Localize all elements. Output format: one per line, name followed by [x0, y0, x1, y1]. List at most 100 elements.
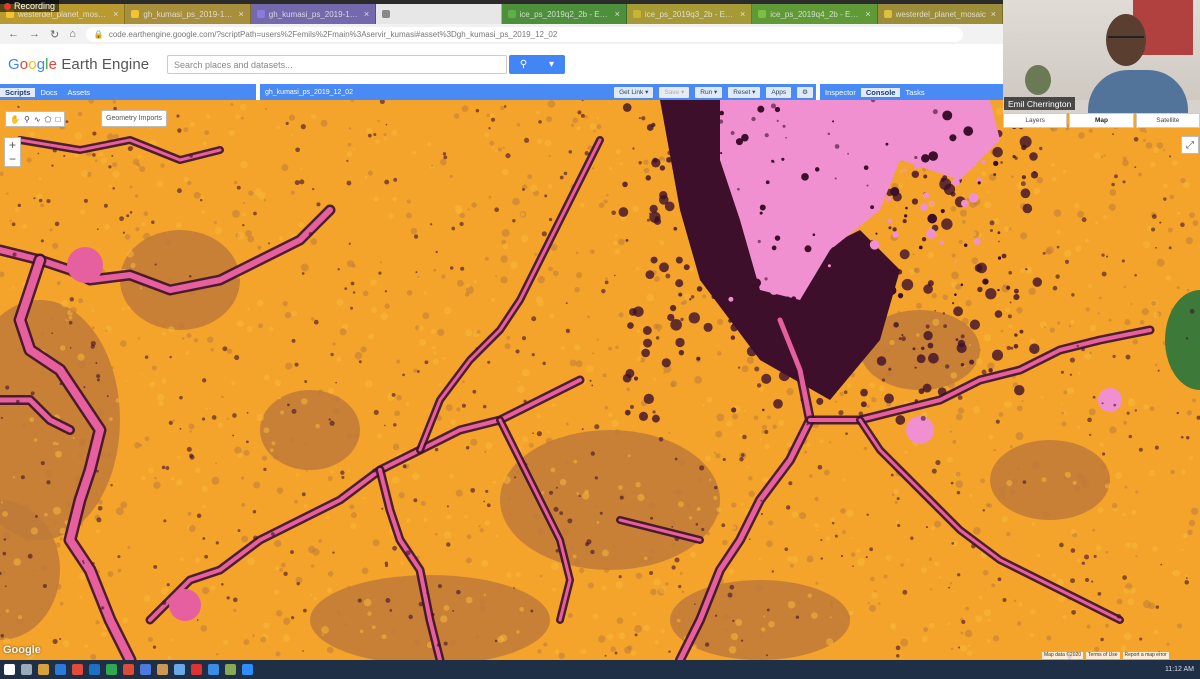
settlement-speck: [780, 216, 787, 224]
browser-tab[interactable]: ice_ps_2019q4_2b - Earth Engine×: [752, 4, 878, 24]
browser-tab[interactable]: gh_kumasi_ps_2019-12_02 - Goo×: [376, 4, 502, 24]
report-error-link[interactable]: Report a map error: [1122, 652, 1169, 659]
texture-speck: [9, 524, 13, 528]
pan-hand-icon[interactable]: ✋: [10, 115, 20, 124]
texture-speck: [479, 528, 484, 533]
texture-speck: [346, 151, 353, 158]
dark-speck: [764, 133, 769, 138]
dark-speck: [957, 573, 961, 577]
browser-tab[interactable]: gh_kumasi_ps_2019-12_02 - Ear×: [125, 4, 251, 24]
rectangle-tool-icon[interactable]: □: [55, 115, 60, 124]
tab-close-icon[interactable]: ×: [489, 9, 494, 19]
app-icon[interactable]: [157, 664, 168, 675]
tab-close-icon[interactable]: ×: [113, 9, 118, 19]
app-icon[interactable]: [72, 664, 83, 675]
point-marker-icon[interactable]: ⚲: [24, 115, 30, 124]
texture-speck: [552, 270, 559, 277]
get-link-button[interactable]: Get Link ▾: [614, 86, 654, 98]
browser-tab[interactable]: gh_kumasi_ps_2019-12_02 - Ear×: [250, 4, 377, 24]
texture-speck: [500, 276, 508, 284]
texture-speck: [988, 434, 994, 440]
urban-speck: [675, 337, 685, 348]
tab-close-icon[interactable]: ×: [740, 9, 745, 19]
forward-arrow-icon[interactable]: →: [29, 28, 40, 40]
app-icon[interactable]: [191, 664, 202, 675]
search-button[interactable]: ⚲ ▾: [509, 55, 565, 74]
dark-speck: [555, 548, 560, 553]
satellite-button[interactable]: Satellite: [1135, 113, 1200, 128]
reload-icon[interactable]: ↻: [50, 28, 59, 41]
tab-close-icon[interactable]: ×: [238, 9, 243, 19]
back-arrow-icon[interactable]: ←: [8, 28, 19, 40]
zoom-app-icon[interactable]: [242, 664, 253, 675]
app-icon[interactable]: [225, 664, 236, 675]
apps-button[interactable]: Apps: [766, 86, 792, 98]
texture-speck: [702, 404, 705, 407]
tab-console[interactable]: Console: [860, 87, 901, 97]
home-icon[interactable]: ⌂: [69, 28, 76, 40]
zoom-out-icon[interactable]: −: [9, 152, 16, 166]
texture-speck: [430, 328, 437, 334]
app-icon[interactable]: [89, 664, 100, 675]
line-tool-icon[interactable]: ∿: [34, 115, 41, 124]
texture-speck: [1068, 324, 1072, 328]
reset-button[interactable]: Reset ▾: [728, 86, 761, 98]
file-explorer-icon[interactable]: [38, 664, 49, 675]
layers-button[interactable]: Layers: [1003, 113, 1068, 128]
texture-speck: [95, 529, 100, 533]
url-field[interactable]: 🔒 code.earthengine.google.com/?scriptPat…: [85, 26, 963, 42]
tab-assets[interactable]: Assets: [63, 88, 96, 97]
tab-close-icon[interactable]: ×: [615, 9, 620, 19]
start-icon[interactable]: [4, 664, 15, 675]
fullscreen-icon[interactable]: ⤢: [1181, 136, 1199, 154]
tab-close-icon[interactable]: ×: [865, 9, 870, 19]
texture-speck: [1154, 630, 1159, 635]
search-input[interactable]: Search places and datasets...: [167, 55, 507, 74]
tab-inspector[interactable]: Inspector: [820, 88, 861, 97]
app-icon[interactable]: [106, 664, 117, 675]
texture-speck: [40, 203, 44, 208]
dark-speck: [881, 378, 886, 382]
tab-close-icon[interactable]: ×: [364, 9, 369, 19]
app-icon[interactable]: [123, 664, 134, 675]
map-canvas[interactable]: ✋ ⚲ ∿ ⬠ □ Geometry Imports + − ⤢ Google …: [0, 100, 1200, 660]
save-button[interactable]: Save ▾: [659, 86, 690, 98]
map-button[interactable]: Map: [1069, 113, 1134, 128]
app-icon[interactable]: [208, 664, 219, 675]
app-icon[interactable]: [55, 664, 66, 675]
dark-speck: [234, 355, 240, 361]
app-icon[interactable]: [140, 664, 151, 675]
texture-speck: [660, 629, 665, 634]
polygon-tool-icon[interactable]: ⬠: [45, 115, 52, 124]
texture-speck: [626, 387, 631, 392]
texture-speck: [379, 261, 383, 264]
texture-speck: [437, 328, 445, 336]
app-icon[interactable]: [174, 664, 185, 675]
tab-scripts[interactable]: Scripts: [0, 87, 36, 97]
urban-speck: [969, 319, 981, 330]
terms-link[interactable]: Terms of Use: [1086, 652, 1120, 659]
browser-tab[interactable]: ice_ps_2019q2_2b - Earth Engine×: [501, 4, 627, 24]
dark-speck: [852, 565, 854, 568]
tab-docs[interactable]: Docs: [35, 88, 62, 97]
texture-speck: [161, 331, 167, 336]
google-earth-engine-logo[interactable]: Google Earth Engine: [8, 56, 149, 73]
texture-speck: [467, 208, 470, 211]
texture-speck: [602, 373, 607, 378]
run-button[interactable]: Run ▾: [695, 86, 723, 98]
geometry-imports-button[interactable]: Geometry Imports: [101, 110, 168, 127]
texture-speck: [396, 359, 401, 364]
tab-close-icon[interactable]: ×: [991, 9, 996, 19]
urban-speck: [923, 330, 933, 341]
dark-speck: [12, 252, 17, 257]
zoom-in-icon[interactable]: +: [9, 138, 16, 152]
browser-tab[interactable]: ice_ps_2019q3_2b - Earth Engine×: [626, 4, 753, 24]
texture-speck: [327, 588, 332, 592]
browser-tab[interactable]: westerdel_planet_mosaic ×: [877, 4, 1003, 24]
dark-speck: [17, 203, 21, 208]
dark-speck: [166, 583, 170, 587]
dark-speck: [982, 509, 986, 512]
tab-tasks[interactable]: Tasks: [900, 88, 929, 97]
task-view-icon[interactable]: [21, 664, 32, 675]
settings-gear-icon[interactable]: ⚙: [797, 86, 813, 98]
